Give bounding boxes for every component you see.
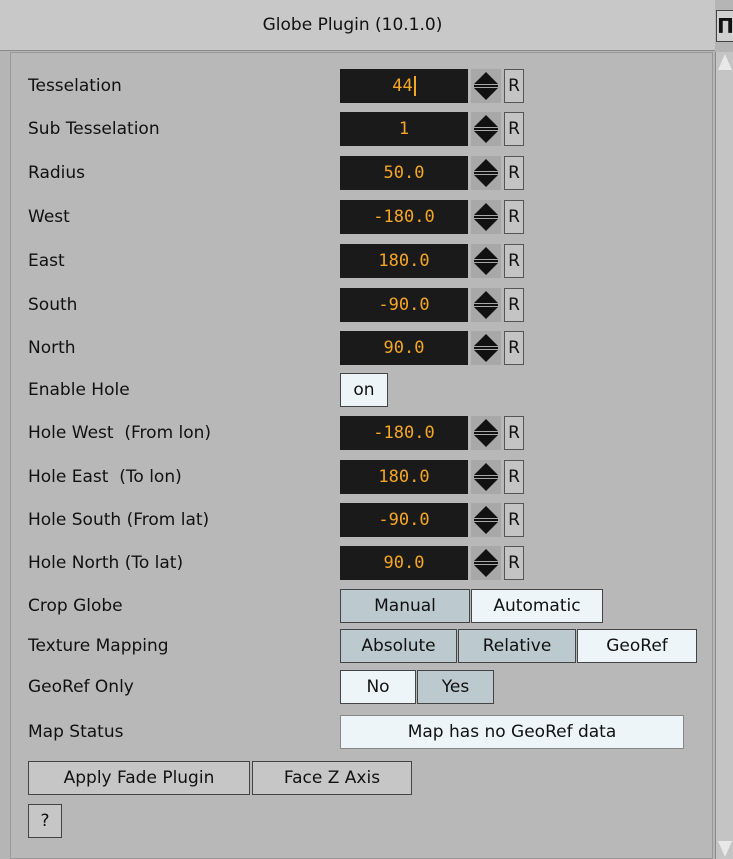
decrement-icon[interactable]	[474, 175, 498, 187]
hole-north-reset-button[interactable]: R	[504, 546, 524, 580]
decrement-icon[interactable]	[474, 307, 498, 319]
hole-east-label: Hole East (To lon)	[28, 467, 182, 487]
south-input[interactable]: -90.0	[340, 288, 468, 322]
title-bar: Globe Plugin (10.1.0)	[0, 0, 715, 51]
hole-north-stepper[interactable]	[471, 546, 501, 580]
increment-icon[interactable]	[474, 463, 498, 475]
radius-input[interactable]: 50.0	[340, 156, 468, 190]
georef-yes-button[interactable]: Yes	[417, 670, 494, 704]
west-reset-button[interactable]: R	[504, 200, 524, 234]
increment-icon[interactable]	[474, 247, 498, 259]
increment-icon[interactable]	[474, 203, 498, 215]
crop-globe-label: Crop Globe	[28, 596, 123, 616]
east-stepper[interactable]	[471, 244, 501, 278]
map-status-label: Map Status	[28, 722, 124, 742]
sub-tesselation-input[interactable]: 1	[340, 112, 468, 146]
radius-stepper[interactable]	[471, 156, 501, 190]
crop-automatic-button[interactable]: Automatic	[471, 589, 603, 623]
text-caret	[413, 76, 416, 96]
help-button[interactable]: ?	[28, 804, 62, 838]
window-title: Globe Plugin (10.1.0)	[262, 15, 443, 35]
increment-icon[interactable]	[474, 159, 498, 171]
hole-west-label: Hole West (From lon)	[28, 423, 212, 443]
face-z-axis-button[interactable]: Face Z Axis	[252, 761, 412, 795]
west-input[interactable]: -180.0	[340, 200, 468, 234]
map-status-value: Map has no GeoRef data	[340, 715, 684, 749]
radius-reset-button[interactable]: R	[504, 156, 524, 190]
increment-icon[interactable]	[474, 419, 498, 431]
increment-icon[interactable]	[474, 549, 498, 561]
sub-tesselation-label: Sub Tesselation	[28, 119, 160, 139]
hole-south-input[interactable]: -90.0	[340, 503, 468, 537]
enable-hole-toggle[interactable]: on	[340, 373, 388, 407]
crop-manual-button[interactable]: Manual	[340, 589, 470, 623]
hole-east-reset-button[interactable]: R	[504, 460, 524, 494]
decrement-icon[interactable]	[474, 219, 498, 231]
increment-icon[interactable]	[474, 72, 498, 84]
scroll-down-icon[interactable]	[718, 841, 732, 857]
south-stepper[interactable]	[471, 288, 501, 322]
hole-east-stepper[interactable]	[471, 460, 501, 494]
south-reset-button[interactable]: R	[504, 288, 524, 322]
georef-only-label: GeoRef Only	[28, 677, 134, 697]
tesselation-value: 44	[392, 76, 413, 96]
decrement-icon[interactable]	[474, 263, 498, 275]
apply-fade-plugin-button[interactable]: Apply Fade Plugin	[28, 761, 250, 795]
decrement-icon[interactable]	[474, 350, 498, 362]
texture-mapping-label: Texture Mapping	[28, 636, 169, 656]
tesselation-input[interactable]: 44	[340, 69, 468, 103]
north-reset-button[interactable]: R	[504, 331, 524, 365]
west-label: West	[28, 207, 70, 227]
increment-icon[interactable]	[474, 334, 498, 346]
enable-hole-label: Enable Hole	[28, 380, 130, 400]
increment-icon[interactable]	[474, 291, 498, 303]
plugin-menu-icon[interactable]: Π	[716, 10, 733, 42]
hole-north-label: Hole North (To lat)	[28, 553, 184, 573]
east-reset-button[interactable]: R	[504, 244, 524, 278]
radius-label: Radius	[28, 163, 86, 183]
hole-south-reset-button[interactable]: R	[504, 503, 524, 537]
west-stepper[interactable]	[471, 200, 501, 234]
texture-absolute-button[interactable]: Absolute	[340, 629, 457, 663]
increment-icon[interactable]	[474, 506, 498, 518]
decrement-icon[interactable]	[474, 565, 498, 577]
hole-west-reset-button[interactable]: R	[504, 416, 524, 450]
vertical-scrollbar[interactable]	[715, 52, 733, 859]
decrement-icon[interactable]	[474, 88, 498, 100]
hole-south-label: Hole South (From lat)	[28, 510, 210, 530]
hole-west-input[interactable]: -180.0	[340, 416, 468, 450]
sub-tesselation-reset-button[interactable]: R	[504, 112, 524, 146]
hole-west-stepper[interactable]	[471, 416, 501, 450]
decrement-icon[interactable]	[474, 479, 498, 491]
east-input[interactable]: 180.0	[340, 244, 468, 278]
south-label: South	[28, 295, 78, 315]
tesselation-reset-button[interactable]: R	[504, 69, 524, 103]
hole-south-stepper[interactable]	[471, 503, 501, 537]
hole-east-input[interactable]: 180.0	[340, 460, 468, 494]
decrement-icon[interactable]	[474, 131, 498, 143]
north-label: North	[28, 338, 76, 358]
north-stepper[interactable]	[471, 331, 501, 365]
sub-tesselation-stepper[interactable]	[471, 112, 501, 146]
north-input[interactable]: 90.0	[340, 331, 468, 365]
decrement-icon[interactable]	[474, 435, 498, 447]
texture-georef-button[interactable]: GeoRef	[577, 629, 697, 663]
tesselation-label: Tesselation	[28, 76, 122, 96]
decrement-icon[interactable]	[474, 522, 498, 534]
scroll-up-icon[interactable]	[718, 54, 732, 70]
georef-no-button[interactable]: No	[340, 670, 416, 704]
east-label: East	[28, 251, 65, 271]
increment-icon[interactable]	[474, 115, 498, 127]
tesselation-stepper[interactable]	[471, 69, 501, 103]
hole-north-input[interactable]: 90.0	[340, 546, 468, 580]
texture-relative-button[interactable]: Relative	[458, 629, 576, 663]
